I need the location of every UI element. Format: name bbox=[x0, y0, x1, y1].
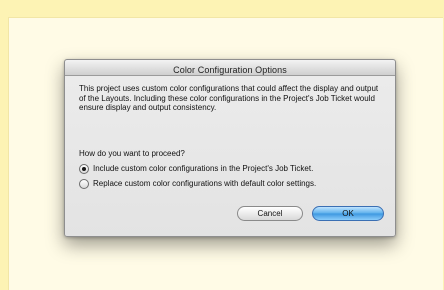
dialog-titlebar: Color Configuration Options bbox=[65, 60, 395, 76]
radio-unselected-icon[interactable] bbox=[79, 178, 89, 189]
ok-button[interactable]: OK bbox=[312, 206, 384, 221]
color-configuration-dialog: Color Configuration Options This project… bbox=[64, 59, 396, 237]
page-background: Color Configuration Options This project… bbox=[0, 0, 444, 290]
dialog-question: How do you want to proceed? bbox=[79, 149, 185, 158]
radio-selected-icon[interactable] bbox=[79, 163, 89, 174]
dialog-message: This project uses custom color configura… bbox=[79, 84, 379, 112]
option-include-custom[interactable]: Include custom color configurations in t… bbox=[79, 163, 313, 174]
dialog-title: Color Configuration Options bbox=[173, 65, 287, 75]
option-replace-custom[interactable]: Replace custom color configurations with… bbox=[79, 178, 316, 189]
option-replace-label: Replace custom color configurations with… bbox=[93, 179, 317, 188]
cancel-button[interactable]: Cancel bbox=[237, 206, 303, 221]
option-include-label: Include custom color configurations in t… bbox=[93, 164, 314, 173]
